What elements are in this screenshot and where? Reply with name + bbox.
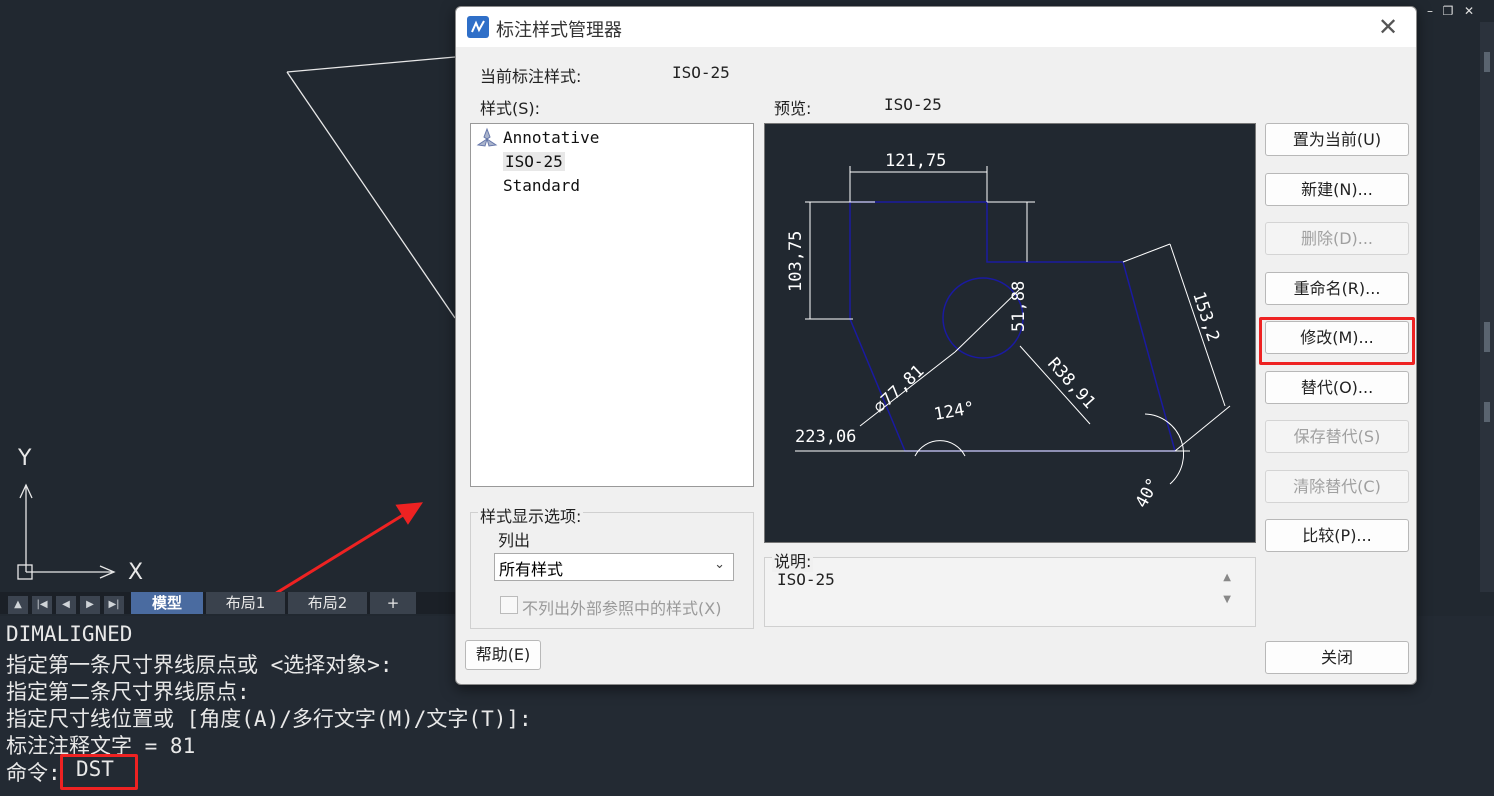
scroll-down-icon[interactable]: ▼ <box>1223 594 1231 605</box>
preview-style-name: ISO-25 <box>884 95 942 114</box>
current-style-value: ISO-25 <box>672 63 730 82</box>
delete-style-button[interactable]: 删除(D)... <box>1265 222 1409 255</box>
last-tab-icon[interactable]: ▶| <box>104 596 124 614</box>
description-label: 说明: <box>772 548 814 572</box>
tab-model[interactable]: 模型 <box>131 592 203 614</box>
preview-drawing: 121,75 103,75 51,88 153,2 ⌀77,81 R38,91 … <box>786 151 1231 512</box>
style-preview: 121,75 103,75 51,88 153,2 ⌀77,81 R38,91 … <box>764 123 1256 543</box>
scroll-up-icon[interactable]: ▲ <box>1223 572 1231 583</box>
preview-dim-text: 153,2 <box>1188 289 1223 344</box>
preview-dim-text: 51,88 <box>1009 281 1029 332</box>
list-item-selected[interactable]: ISO-25 <box>503 152 565 171</box>
clear-override-button[interactable]: 清除替代(C) <box>1265 470 1409 503</box>
annotative-icon <box>476 127 498 153</box>
new-style-button[interactable]: 新建(N)... <box>1265 173 1409 206</box>
command-history-line: 指定第一条尺寸界线原点或 <选择对象>: <box>6 653 393 677</box>
save-override-button[interactable]: 保存替代(S) <box>1265 420 1409 453</box>
override-style-button[interactable]: 替代(O)... <box>1265 371 1409 404</box>
help-button[interactable]: 帮助(E) <box>465 640 541 670</box>
next-tab-icon[interactable]: ▶ <box>80 596 100 614</box>
tab-layout1[interactable]: 布局1 <box>206 592 285 614</box>
dimension-style-manager-dialog: 标注样式管理器 ✕ 当前标注样式: ISO-25 样式(S): 预览: ISO-… <box>455 6 1417 685</box>
exclude-xref-label: 不列出外部参照中的样式(X) <box>522 599 722 618</box>
exclude-xref-checkbox[interactable] <box>500 596 518 614</box>
chevron-down-icon: ⌄ <box>714 557 725 572</box>
drawn-geometry-edge <box>286 71 456 319</box>
set-current-button[interactable]: 置为当前(U) <box>1265 123 1409 156</box>
preview-dim-text: R38,91 <box>1043 354 1099 413</box>
drawn-geometry <box>286 56 456 73</box>
axis-x-label: X <box>128 560 144 585</box>
close-icon[interactable]: ✕ <box>1374 13 1402 41</box>
command-history-line: 指定第二条尺寸界线原点: <box>6 680 250 704</box>
axis-y-label: Y <box>18 446 32 471</box>
scroll-up-icon[interactable]: ▲ <box>8 596 28 614</box>
minimize-icon[interactable]: – <box>1420 2 1440 20</box>
ucs-icon <box>17 483 116 580</box>
command-history-line: DIMALIGNED <box>6 622 133 646</box>
prev-tab-icon[interactable]: ◀ <box>56 596 76 614</box>
preview-dim-text: 40° <box>1132 475 1164 512</box>
command-prompt-label: 命令: <box>6 761 61 785</box>
tab-add[interactable]: + <box>370 592 416 614</box>
styles-label: 样式(S): <box>480 99 541 118</box>
compare-styles-button[interactable]: 比较(P)... <box>1265 519 1409 552</box>
preview-dim-text: 121,75 <box>885 151 946 171</box>
list-filter-value: 所有样式 <box>499 560 564 579</box>
list-filter-select[interactable]: 所有样式 ⌄ <box>494 553 734 581</box>
preview-label: 预览: <box>774 99 812 118</box>
restore-icon[interactable]: ❐ <box>1438 2 1458 20</box>
highlight-modify-box <box>1259 317 1415 365</box>
preview-dim-text: 103,75 <box>786 231 806 292</box>
display-options-label: 样式显示选项: <box>478 503 584 527</box>
description-group: ISO-25 ▲ ▼ <box>764 557 1256 627</box>
dialog-titlebar[interactable]: 标注样式管理器 ✕ <box>456 7 1416 47</box>
close-app-icon[interactable]: ✕ <box>1459 2 1479 20</box>
preview-dim-text: 223,06 <box>795 427 856 447</box>
list-label: 列出 <box>498 531 531 550</box>
current-style-label: 当前标注样式: <box>480 67 582 86</box>
command-history-line: 指定尺寸线位置或 [角度(A)/多行文字(M)/文字(T)]: <box>6 707 532 731</box>
dialog-title: 标注样式管理器 <box>496 20 622 41</box>
app-logo-icon <box>467 16 489 38</box>
annotation-arrow <box>275 502 423 592</box>
close-dialog-button[interactable]: 关闭 <box>1265 641 1409 674</box>
rename-style-button[interactable]: 重命名(R)... <box>1265 272 1409 305</box>
right-scroll-strip[interactable] <box>1480 22 1494 592</box>
style-list[interactable]: Annotative ISO-25 Standard <box>470 123 754 487</box>
description-text: ISO-25 <box>777 570 835 589</box>
preview-dim-text: 124° <box>932 398 976 425</box>
list-item[interactable]: Annotative <box>503 128 599 147</box>
highlight-command-box <box>60 754 138 790</box>
list-item[interactable]: Standard <box>503 176 580 195</box>
first-tab-icon[interactable]: |◀ <box>32 596 52 614</box>
tab-layout2[interactable]: 布局2 <box>288 592 367 614</box>
